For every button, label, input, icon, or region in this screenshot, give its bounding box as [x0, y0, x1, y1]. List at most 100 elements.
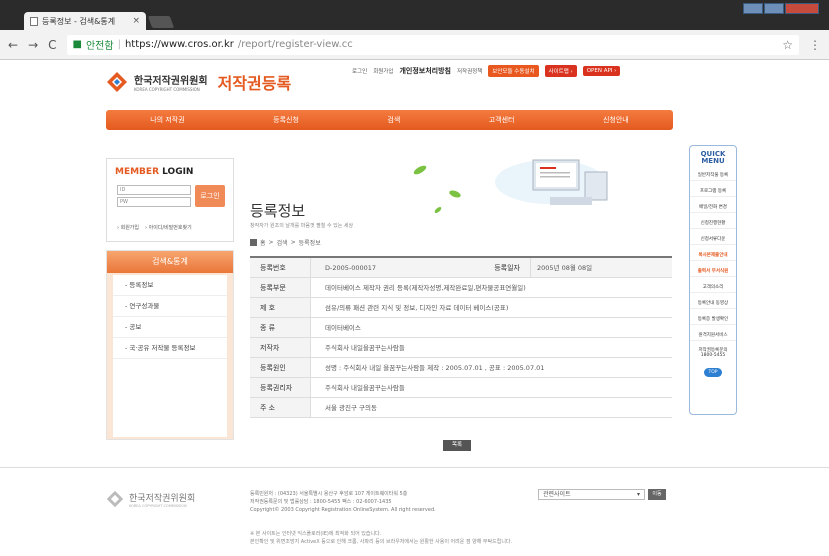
table-row: 등록번호 D-2005-000017 등록일자 2005년 08월 08일 — [250, 258, 672, 278]
site-title: 저작권등록 — [217, 74, 292, 93]
side-menu-title: 검색&통계 — [107, 251, 233, 273]
login-link[interactable]: 로그인 — [352, 67, 367, 75]
header-illustration — [413, 159, 608, 213]
top-links: 로그인 회원가입 개인정보처리방침 저작권정책 보안모듈 수동설치 사이트맵 ›… — [352, 65, 621, 77]
row-value: 데이터베이스 — [310, 318, 672, 337]
home-icon — [250, 239, 257, 246]
quick-menu-item[interactable]: 신청서류다운 — [690, 234, 736, 245]
url-path: /report/register-view.cc — [237, 39, 353, 50]
logo-mark-icon — [107, 72, 127, 92]
quick-menu-item[interactable]: 복사본제출안내 — [690, 250, 736, 261]
side-item-registration[interactable]: 등록정보 — [113, 275, 227, 296]
bookmark-star-icon[interactable]: ☆ — [782, 38, 793, 52]
side-item-public-works[interactable]: 국·공유 저작물 등록정보 — [113, 338, 227, 359]
site-logo[interactable]: 한국저작권위원회 KOREA COPYRIGHT COMMISSION 저작권등… — [106, 70, 291, 94]
divider: | — [117, 39, 121, 50]
id-input[interactable]: ID — [117, 185, 191, 195]
page-subtitle: 창작자가 원조의 날개를 마음껏 펼칠 수 있는 세상 — [250, 223, 354, 229]
quick-menu-item[interactable]: 프로그램 등록 — [690, 186, 736, 197]
new-tab-button[interactable] — [147, 16, 175, 28]
row-value: 성명 : 주식회사 내일 을꿈꾸는사람들 제작 : 2005.07.01 , 공… — [310, 358, 672, 377]
related-sites-select[interactable]: 관련사이트 ▾ — [538, 489, 645, 500]
breadcrumb: 홈 > 검색 > 등록정보 — [250, 238, 321, 247]
breadcrumb-current: 등록정보 — [298, 240, 321, 247]
row-value: 주식회사 내일을꿈꾸는사람들 — [310, 378, 672, 397]
privacy-link[interactable]: 개인정보처리방침 — [399, 66, 451, 76]
table-row: 주 소 서울 광진구 구의동 — [250, 398, 672, 418]
table-row: 등록원인 성명 : 주식회사 내일 을꿈꾸는사람들 제작 : 2005.07.01… — [250, 358, 672, 378]
breadcrumb-home[interactable]: 홈 — [260, 238, 266, 247]
side-item-bulletin[interactable]: 공보 — [113, 317, 227, 338]
maximize-button[interactable] — [764, 3, 784, 14]
quick-menu-item[interactable]: 신청진행현황 — [690, 218, 736, 229]
reg-no-label: 등록번호 — [250, 258, 310, 277]
reload-icon[interactable]: C — [48, 38, 56, 52]
reg-date-value: 2005년 08월 08일 — [530, 258, 672, 277]
reg-date-label: 등록일자 — [494, 264, 520, 272]
page: 한국저작권위원회 KOREA COPYRIGHT COMMISSION 저작권등… — [0, 60, 829, 556]
minimize-button[interactable] — [743, 3, 763, 14]
quick-menu-title: QUICK MENU — [700, 150, 726, 165]
side-menu: 검색&통계 등록정보 연구성과물 공보 국·공유 저작물 등록정보 — [106, 250, 234, 440]
quick-menu-item[interactable]: 출력서 무서식원 — [690, 266, 736, 277]
join-link[interactable]: 회원가입 — [373, 67, 393, 75]
sitemap-button[interactable]: 사이트맵 › — [544, 65, 577, 77]
org-name-en: KOREA COPYRIGHT COMMISSION — [134, 87, 200, 92]
forward-icon[interactable]: → — [28, 38, 38, 52]
page-title: 등록정보 — [250, 202, 306, 220]
row-value: 데이터베이스 제작자 권리 등록(제작자성명,제작완료일,편차물공표연월일) — [310, 278, 672, 297]
main-nav: 나의 저작권 등록신청 검색 고객센터 신청안내 — [106, 110, 673, 130]
security-module-button[interactable]: 보안모듈 수동설치 — [488, 65, 539, 77]
join-link[interactable]: › 회원가입 — [117, 224, 139, 231]
open-api-button[interactable]: OPEN API › — [582, 66, 621, 76]
row-label: 저작자 — [250, 338, 310, 357]
address-bar: ← → C ■ 안전함 | https://www.cros.or.kr/rep… — [0, 30, 829, 60]
browser-tabbar: 등록정보 - 검색&통계 × — [0, 0, 829, 30]
footer-info: 등록민원처 : (04323) 서울특별시 용산구 후암로 107 게이트웨이타… — [250, 491, 436, 513]
table-row: 등록부문 데이터베이스 제작자 권리 등록(제작자성명,제작완료일,편차물공표연월… — [250, 278, 672, 298]
site-header: 한국저작권위원회 KOREA COPYRIGHT COMMISSION 저작권등… — [0, 60, 829, 105]
quick-menu-item[interactable]: 배일/전화 변경 — [690, 202, 736, 213]
browser-menu-icon[interactable]: ⋮ — [809, 38, 821, 52]
quick-menu-item[interactable]: 등록증 발생확인 — [690, 314, 736, 325]
table-row: 제 호 섬유/의류 패션 관련 지식 및 정보, 디자인 자료 데이터 베이스(공… — [250, 298, 672, 318]
quick-menu-item[interactable]: 일반저작물 등록 — [690, 170, 736, 181]
url-host: https://www.cros.or.kr — [124, 39, 234, 50]
policy-link[interactable]: 저작권정책 — [457, 67, 482, 75]
tab-close-icon[interactable]: × — [132, 16, 140, 26]
page-icon — [30, 16, 38, 26]
login-box: MEMBER LOGIN ID PW 로그인 › 회원가입 › 아이디/비밀번호… — [106, 158, 234, 242]
quick-menu-item[interactable]: 등록안내 동영상 — [690, 298, 736, 309]
login-title: MEMBER LOGIN — [115, 167, 194, 177]
quick-menu: QUICK MENU 일반저작물 등록프로그램 등록배일/전화 변경신청진행현황신… — [689, 145, 737, 415]
back-icon[interactable]: ← — [8, 38, 18, 52]
nav-my-copyright[interactable]: 나의 저작권 — [150, 115, 184, 125]
secure-label: 안전함 — [85, 41, 114, 52]
login-button[interactable]: 로그인 — [195, 185, 225, 207]
nav-search[interactable]: 검색 — [387, 115, 400, 125]
tab-title: 등록정보 - 검색&통계 — [42, 16, 116, 26]
table-row: 저작자 주식회사 내일을꿈꾸는사람들 — [250, 338, 672, 358]
org-name: 한국저작권위원회 — [134, 76, 208, 87]
nav-apply[interactable]: 등록신청 — [273, 115, 299, 125]
quick-menu-item[interactable]: 원격지원서비스 — [690, 330, 736, 341]
list-button[interactable]: 목록 — [443, 440, 471, 451]
breadcrumb-search[interactable]: 검색 — [277, 238, 288, 247]
quick-phone: 저작권등록문의 1800-5455 — [698, 348, 728, 358]
top-button[interactable]: TOP — [704, 368, 722, 377]
browser-tab[interactable]: 등록정보 - 검색&통계 × — [24, 12, 146, 30]
row-label: 주 소 — [250, 398, 310, 417]
row-label: 제 호 — [250, 298, 310, 317]
close-window-button[interactable] — [785, 3, 819, 14]
nav-guide[interactable]: 신청안내 — [603, 115, 629, 125]
url-input[interactable]: ■ 안전함 | https://www.cros.or.kr/report/re… — [66, 34, 799, 55]
quick-menu-item[interactable]: 고객의소리 — [690, 282, 736, 293]
window-controls — [742, 3, 819, 14]
row-label: 종 류 — [250, 318, 310, 337]
password-input[interactable]: PW — [117, 197, 191, 207]
find-account-link[interactable]: › 아이디/비밀번호찾기 — [145, 224, 192, 231]
table-row: 종 류 데이터베이스 — [250, 318, 672, 338]
go-button[interactable]: 이동 — [648, 489, 666, 500]
side-item-research[interactable]: 연구성과물 — [113, 296, 227, 317]
nav-support[interactable]: 고객센터 — [489, 115, 515, 125]
